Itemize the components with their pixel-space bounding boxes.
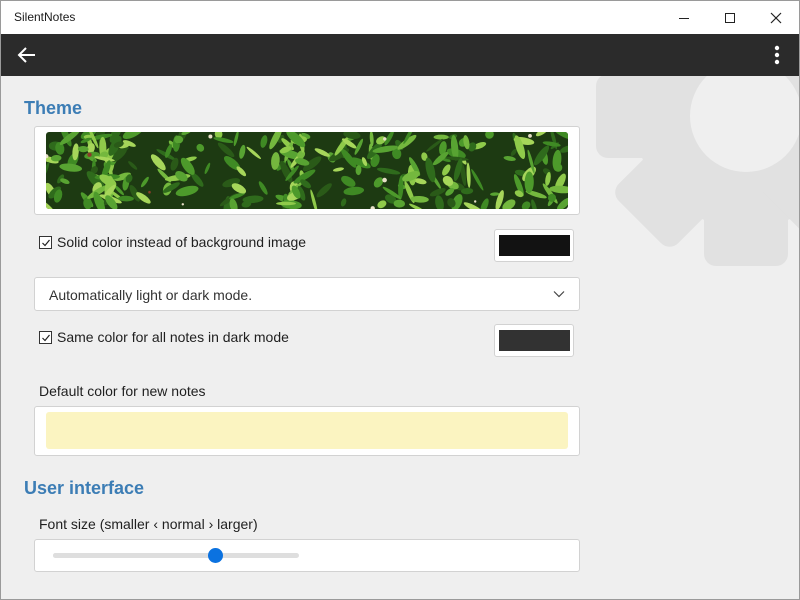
settings-content[interactable]: Theme Solid color instead of background … <box>1 76 799 599</box>
dark-mode-color-checkbox-row[interactable]: Same color for all notes in dark mode <box>39 329 289 345</box>
minimize-button[interactable] <box>661 1 707 34</box>
dark-mode-color-picker-button[interactable] <box>494 324 574 357</box>
theme-mode-selected: Automatically light or dark mode. <box>49 287 253 303</box>
jungle-leaves-image <box>46 132 568 209</box>
font-size-slider-track[interactable] <box>53 553 299 558</box>
background-image-card[interactable] <box>34 126 580 215</box>
default-note-color-label: Default color for new notes <box>39 383 206 399</box>
checkmark-icon <box>42 239 50 246</box>
default-note-color-swatch <box>46 412 568 449</box>
solid-color-picker-button[interactable] <box>494 229 574 262</box>
font-size-slider-card <box>34 539 580 572</box>
close-icon <box>770 12 782 23</box>
app-window: SilentNotes Theme Solid color instead of… <box>0 0 800 600</box>
font-size-slider-thumb[interactable] <box>207 548 223 563</box>
default-note-color-card[interactable] <box>34 406 580 456</box>
font-size-label: Font size (smaller ‹ normal › larger) <box>39 516 258 532</box>
more-options-button[interactable] <box>763 38 791 72</box>
solid-color-checkbox-row[interactable]: Solid color instead of background image <box>39 234 306 250</box>
arrow-left-icon <box>17 47 35 63</box>
dark-mode-color-label: Same color for all notes in dark mode <box>57 329 289 345</box>
dark-mode-color-swatch <box>499 330 570 351</box>
theme-section-title: Theme <box>24 98 83 118</box>
back-button[interactable] <box>9 38 45 72</box>
maximize-icon <box>725 12 735 23</box>
checkmark-icon <box>42 334 50 341</box>
dark-mode-color-checkbox[interactable] <box>39 330 52 344</box>
more-vertical-icon <box>774 45 780 65</box>
title-bar: SilentNotes <box>1 1 799 34</box>
maximize-button[interactable] <box>707 1 753 34</box>
solid-color-label: Solid color instead of background image <box>57 234 307 250</box>
solid-color-swatch <box>499 235 570 256</box>
close-button[interactable] <box>753 1 799 34</box>
gear-background-icon <box>596 76 799 266</box>
minimize-icon <box>679 17 689 19</box>
solid-color-checkbox[interactable] <box>39 235 52 249</box>
theme-mode-dropdown[interactable]: Automatically light or dark mode. <box>34 277 580 311</box>
user-interface-section-title: User interface <box>24 478 145 498</box>
font-size-slider-fill <box>53 553 216 558</box>
window-title: SilentNotes <box>14 10 76 24</box>
chevron-down-icon <box>553 291 565 298</box>
app-bar <box>1 34 799 76</box>
